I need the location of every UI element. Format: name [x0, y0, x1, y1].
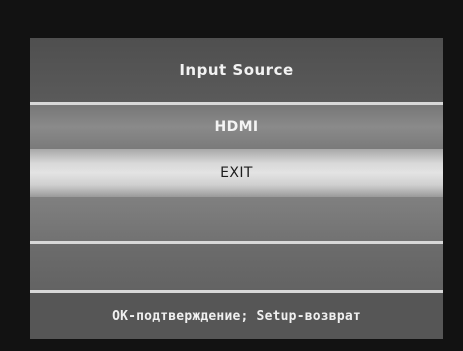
menu-item-label: HDMI: [214, 119, 259, 135]
menu-item-empty: [30, 197, 443, 241]
menu-item-empty: [30, 244, 443, 290]
menu-item-exit[interactable]: EXIT: [30, 149, 443, 197]
osd-menu: Input Source HDMI EXIT OK-подтверждение;…: [30, 38, 443, 339]
menu-title: Input Source: [30, 38, 443, 102]
footer-hint: OK-подтверждение; Setup-возврат: [30, 293, 443, 339]
menu-item-label: EXIT: [220, 165, 253, 181]
menu-item-hdmi[interactable]: HDMI: [30, 105, 443, 149]
